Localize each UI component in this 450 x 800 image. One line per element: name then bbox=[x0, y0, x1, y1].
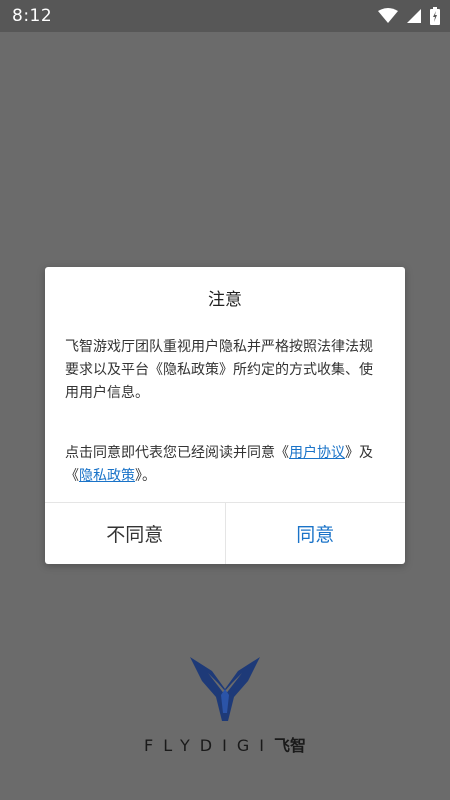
dialog-body: 飞智游戏厅团队重视用户隐私并严格按照法律法规要求以及平台《隐私政策》所约定的方式… bbox=[65, 336, 385, 488]
agree-button[interactable]: 同意 bbox=[224, 503, 406, 564]
privacy-policy-link[interactable]: 隐私政策 bbox=[79, 468, 135, 484]
status-bar: 8:12 bbox=[0, 0, 450, 32]
privacy-statement: 飞智游戏厅团队重视用户隐私并严格按照法律法规要求以及平台《隐私政策》所约定的方式… bbox=[65, 339, 373, 401]
disagree-button[interactable]: 不同意 bbox=[45, 503, 225, 564]
brand-latin: FLYDIGI bbox=[144, 736, 274, 755]
dialog-footer: 不同意 同意 bbox=[45, 502, 405, 564]
dialog-title: 注意 bbox=[208, 290, 242, 310]
brand-chinese: 飞智 bbox=[273, 736, 306, 755]
consent-prefix: 点击同意即代表您已经阅读并同意《 bbox=[65, 445, 289, 461]
battery-icon bbox=[430, 7, 440, 25]
consent-statement: 点击同意即代表您已经阅读并同意《用户协议》及《隐私政策》。 bbox=[65, 442, 385, 488]
status-icons bbox=[378, 7, 440, 25]
cell-signal-icon bbox=[407, 9, 421, 23]
flydigi-logo-icon bbox=[190, 657, 260, 721]
status-time: 8:12 bbox=[12, 6, 53, 26]
brand-wordmark: FLYDIGI飞智 bbox=[0, 732, 450, 756]
consent-suffix: 》。 bbox=[135, 468, 156, 484]
wifi-icon bbox=[378, 8, 398, 23]
user-agreement-link[interactable]: 用户协议 bbox=[289, 445, 345, 461]
